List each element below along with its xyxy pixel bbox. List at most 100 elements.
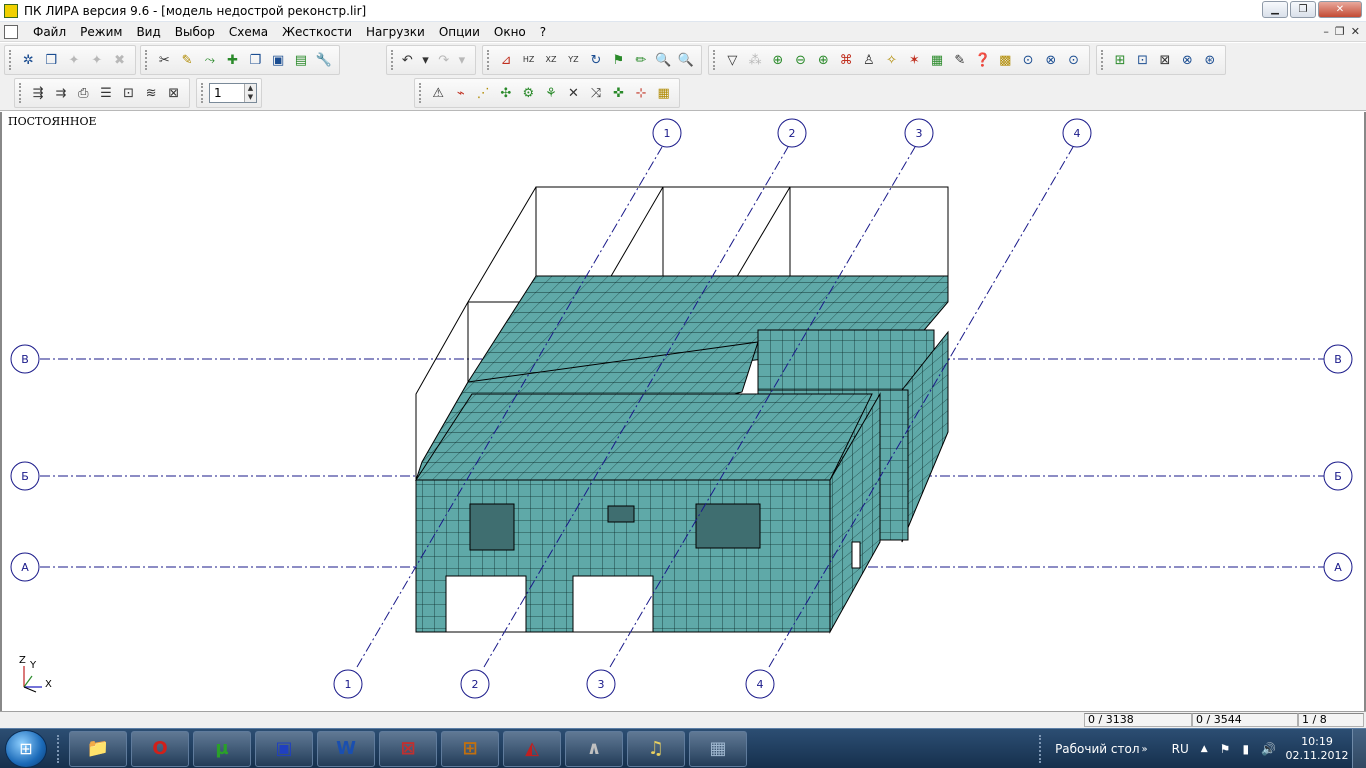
taskbar-save-button[interactable]: ▣ bbox=[255, 730, 313, 767]
pencil-icon[interactable]: ✏ bbox=[632, 51, 650, 70]
load-grid-icon[interactable]: ✣ bbox=[497, 84, 516, 103]
load-gear-icon[interactable]: ⚙ bbox=[519, 84, 538, 103]
load-hinge-icon[interactable]: ⤨ bbox=[587, 84, 606, 103]
toolbar-grip[interactable] bbox=[145, 50, 150, 70]
menu-window[interactable]: Окно bbox=[487, 25, 533, 39]
stepper-arrows-icon[interactable]: ▲ ▼ bbox=[244, 84, 256, 102]
zoom-in-icon[interactable]: 🔍 bbox=[654, 51, 672, 70]
taskbar-grip[interactable] bbox=[57, 734, 63, 763]
axis-bubble-bottom-4[interactable]: 4 bbox=[745, 669, 775, 699]
lens-icon[interactable]: ⊙ bbox=[1019, 51, 1038, 70]
axis-bubble-top-1[interactable]: 1 bbox=[652, 118, 682, 148]
toolbar-grip[interactable] bbox=[1101, 50, 1106, 70]
doc-frame-icon[interactable]: ⊡ bbox=[119, 84, 138, 103]
doc-print-icon[interactable]: ⎙ bbox=[74, 84, 93, 103]
wrench-icon[interactable]: 🔧 bbox=[314, 51, 333, 70]
axis-bubble-right-v[interactable]: В bbox=[1323, 344, 1353, 374]
layers-icon[interactable]: ▦ bbox=[928, 51, 947, 70]
tray-grip[interactable] bbox=[1039, 735, 1045, 763]
taskbar-opera-button[interactable]: O bbox=[131, 730, 189, 767]
load-move-icon[interactable]: ⊹ bbox=[632, 84, 651, 103]
battery-icon[interactable]: ▮ bbox=[1242, 742, 1249, 756]
axis-bubble-bottom-2[interactable]: 2 bbox=[460, 669, 490, 699]
menu-scheme[interactable]: Схема bbox=[222, 25, 275, 39]
mdi-restore-button[interactable]: ❐ bbox=[1335, 25, 1345, 38]
menu-select[interactable]: Выбор bbox=[168, 25, 222, 39]
taskbar-explorer-button[interactable]: 📁 bbox=[69, 730, 127, 767]
desktop-toolbar-label[interactable]: Рабочий стол bbox=[1055, 742, 1139, 756]
edit-node-icon[interactable]: ✎ bbox=[178, 51, 197, 70]
axis-bubble-bottom-3[interactable]: 3 bbox=[586, 669, 616, 699]
zoom-reduce-icon[interactable]: ⊖ bbox=[791, 51, 810, 70]
zoom-all-icon[interactable]: ⊕ bbox=[814, 51, 833, 70]
model-drawing[interactable]: 1 2 3 4 1 2 3 4 В Б А В Б А Z Y X bbox=[2, 112, 1364, 711]
doc-elements-icon[interactable]: ⇉ bbox=[52, 84, 71, 103]
undo-dropdown-icon[interactable]: ▾ bbox=[418, 51, 432, 70]
minimize-button[interactable]: ▁ bbox=[1262, 1, 1288, 18]
table-icon[interactable]: ▤ bbox=[291, 51, 310, 70]
axis-bubble-top-4[interactable]: 4 bbox=[1062, 118, 1092, 148]
menu-help[interactable]: ? bbox=[533, 25, 553, 39]
doc-wave-icon[interactable]: ≋ bbox=[142, 84, 161, 103]
menu-loads[interactable]: Нагрузки bbox=[359, 25, 432, 39]
clock[interactable]: 10:19 02.11.2012 bbox=[1282, 735, 1352, 763]
flag-icon[interactable]: ⚑ bbox=[609, 51, 627, 70]
document-icon[interactable] bbox=[4, 24, 18, 39]
grid-plan-icon[interactable]: ⊞ bbox=[1111, 51, 1129, 70]
load-number-value[interactable]: 1 bbox=[214, 86, 222, 100]
info-pen-icon[interactable]: ✎ bbox=[950, 51, 969, 70]
move-icon[interactable]: ⤳ bbox=[200, 51, 219, 70]
toolbar-grip[interactable] bbox=[391, 50, 395, 70]
select-group-icon[interactable]: ✦ bbox=[65, 51, 84, 70]
select-elements-icon[interactable]: ❒ bbox=[42, 51, 61, 70]
grid-table-icon[interactable]: ⊠ bbox=[1156, 51, 1174, 70]
menu-options[interactable]: Опции bbox=[432, 25, 487, 39]
rotate-icon[interactable]: ↻ bbox=[587, 51, 605, 70]
view-xz2-icon[interactable]: XZ bbox=[542, 51, 560, 70]
doc-nodes-icon[interactable]: ⇶ bbox=[29, 84, 48, 103]
lens-x-icon[interactable]: ⊗ bbox=[1041, 51, 1060, 70]
redo-icon[interactable]: ↷ bbox=[437, 51, 451, 70]
redo-dropdown-icon[interactable]: ▾ bbox=[455, 51, 469, 70]
toolbar-grip[interactable] bbox=[487, 50, 492, 70]
projection-icon[interactable]: ⊿ bbox=[497, 51, 515, 70]
select-frag-icon[interactable]: ✦ bbox=[87, 51, 106, 70]
menu-stiffness[interactable]: Жесткости bbox=[275, 25, 359, 39]
deselect-icon[interactable]: ✖ bbox=[110, 51, 129, 70]
axis-bubble-top-3[interactable]: 3 bbox=[904, 118, 934, 148]
taskbar-arch-button[interactable]: ∧ bbox=[565, 730, 623, 767]
doc-list-icon[interactable]: ☰ bbox=[97, 84, 116, 103]
menu-file[interactable]: Файл bbox=[26, 25, 73, 39]
toolbar-grip[interactable] bbox=[19, 83, 24, 103]
maximize-button[interactable]: ❐ bbox=[1290, 1, 1316, 18]
axis-bubble-left-b[interactable]: Б bbox=[10, 461, 40, 491]
close-button[interactable]: ✕ bbox=[1318, 1, 1362, 18]
language-indicator[interactable]: RU bbox=[1172, 742, 1189, 756]
copy-icon[interactable]: ❐ bbox=[246, 51, 265, 70]
axis-bubble-right-b[interactable]: Б bbox=[1323, 461, 1353, 491]
taskbar-autocad-button[interactable]: ◭ bbox=[503, 730, 561, 767]
toolbar-grip[interactable] bbox=[713, 50, 718, 70]
export-icon[interactable]: ⊛ bbox=[1201, 51, 1219, 70]
volume-icon[interactable]: 🔊 bbox=[1261, 742, 1276, 756]
taskbar-word-button[interactable]: W bbox=[317, 730, 375, 767]
cut-icon[interactable]: ✂ bbox=[155, 51, 174, 70]
taskbar-lira-button[interactable]: ♫ bbox=[627, 730, 685, 767]
lens-minus-icon[interactable]: ⊙ bbox=[1064, 51, 1083, 70]
database-icon[interactable]: ⊗ bbox=[1178, 51, 1196, 70]
load-frame-icon[interactable]: ✜ bbox=[609, 84, 628, 103]
toolbar-grip[interactable] bbox=[201, 83, 206, 103]
fragment-icon[interactable]: ⁂ bbox=[746, 51, 765, 70]
axis-bubble-top-2[interactable]: 2 bbox=[777, 118, 807, 148]
cube-icon[interactable]: ▩ bbox=[996, 51, 1015, 70]
select-nodes-icon[interactable]: ✲ bbox=[19, 51, 38, 70]
taskbar-utorrent-button[interactable]: µ bbox=[193, 730, 251, 767]
toolbar-grip[interactable] bbox=[9, 50, 14, 70]
mdi-close-button[interactable]: ✕ bbox=[1351, 25, 1360, 38]
star-icon[interactable]: ✶ bbox=[905, 51, 924, 70]
piece-icon[interactable]: ♙ bbox=[859, 51, 878, 70]
show-desktop-button[interactable] bbox=[1352, 729, 1366, 768]
view-xz-icon[interactable]: HZ bbox=[519, 51, 537, 70]
axis-bubble-bottom-1[interactable]: 1 bbox=[333, 669, 363, 699]
axis-bubble-left-v[interactable]: В bbox=[10, 344, 40, 374]
